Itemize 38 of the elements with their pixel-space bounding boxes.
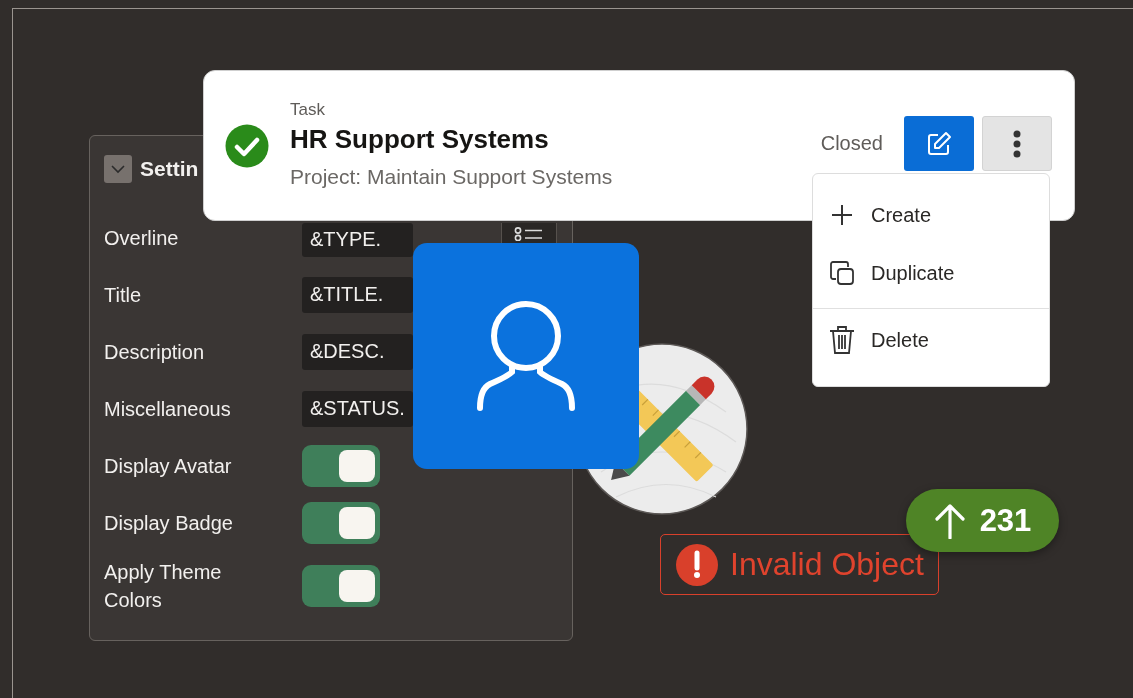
menu-item[interactable]: Duplicate: [813, 244, 1049, 302]
list-icon: [514, 226, 544, 241]
toggle-switch[interactable]: [302, 444, 380, 487]
field-label: Display Badge: [104, 510, 234, 536]
chevron-down-icon: [110, 164, 126, 174]
edit-icon: [926, 130, 952, 157]
panel-title: Settin: [140, 157, 199, 181]
toggle-switch[interactable]: [302, 565, 380, 607]
edit-button[interactable]: [904, 116, 974, 171]
input-field[interactable]: &STATUS.: [302, 390, 413, 427]
field-label: Apply Theme Colors: [104, 560, 223, 613]
list-button[interactable]: [501, 223, 557, 244]
counter-badge: 231: [906, 489, 1059, 552]
input-field[interactable]: &TYPE.: [302, 222, 413, 257]
trash-icon: [829, 326, 855, 354]
field-label: Title: [104, 282, 143, 308]
status-text: Closed: [820, 132, 883, 155]
menu-item[interactable]: Delete: [813, 311, 1049, 369]
field-label: Overline: [104, 225, 180, 251]
more-button[interactable]: [982, 116, 1052, 171]
toggle-switch[interactable]: [302, 501, 380, 544]
plus-icon: [829, 204, 855, 226]
field-label: Display Avatar: [104, 453, 233, 479]
field-label: Description: [104, 339, 206, 365]
exclamation-circle-icon: [676, 543, 718, 586]
menu-item[interactable]: Create: [813, 186, 1049, 244]
card-description: Project: Maintain Support Systems: [290, 163, 614, 190]
arrow-up-icon: [933, 502, 966, 539]
kebab-menu-icon: [1013, 129, 1021, 158]
error-badge: Invalid Object: [660, 534, 939, 595]
input-field[interactable]: &DESC.: [302, 333, 413, 370]
input-field[interactable]: &TITLE.: [302, 276, 413, 313]
copy-icon: [829, 260, 855, 286]
card-title: HR Support Systems: [290, 122, 550, 156]
field-label: Miscellaneous: [104, 396, 232, 422]
check-circle-icon: [225, 123, 269, 168]
card-overline: Task: [290, 98, 326, 121]
person-icon: [476, 300, 576, 412]
